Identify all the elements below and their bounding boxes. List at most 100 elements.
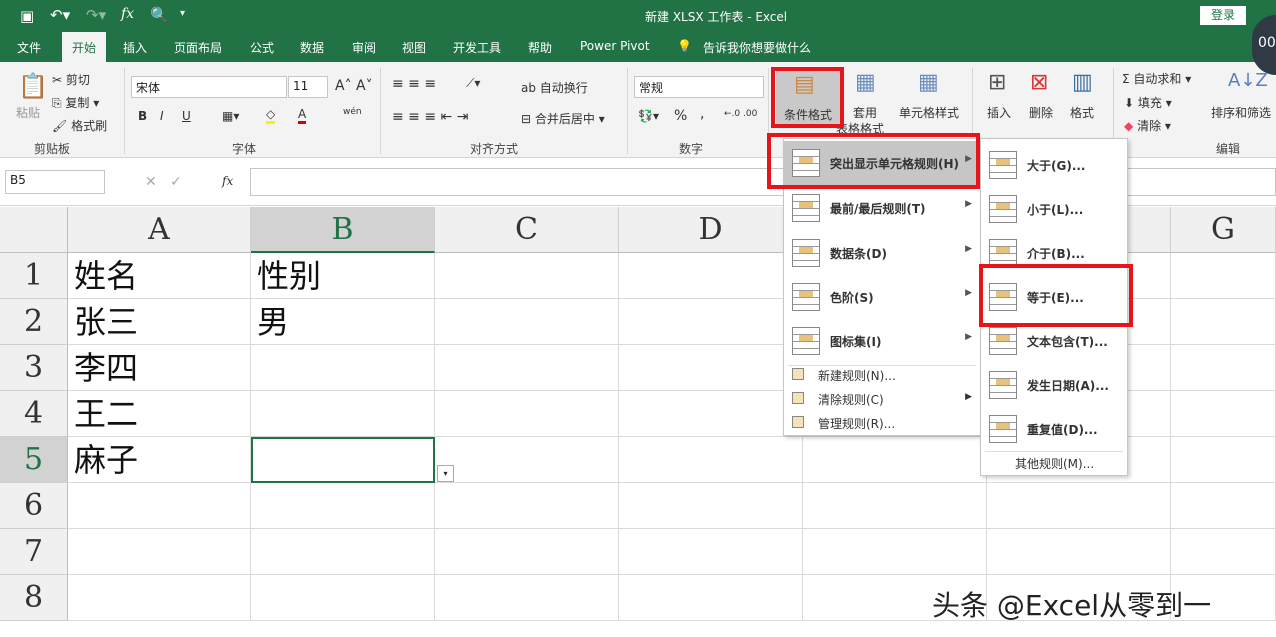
menu-item-new-rule[interactable]: 新建规则(N)... <box>784 362 980 386</box>
cell-C4[interactable] <box>435 391 619 437</box>
save-icon[interactable]: ▣ <box>20 7 34 25</box>
customize-qat-icon[interactable]: ▾ <box>180 8 185 19</box>
cell-E7[interactable] <box>803 529 987 575</box>
row-header-8[interactable]: 8 <box>0 575 68 621</box>
fill-button[interactable]: ⬇ 填充 ▾ <box>1124 94 1172 111</box>
tell-me-input[interactable]: 告诉我你想要做什么 <box>703 39 811 56</box>
cell-C2[interactable] <box>435 299 619 345</box>
cell-A5[interactable]: 麻子 <box>68 437 251 483</box>
row-header-1[interactable]: 1 <box>0 253 68 299</box>
format-cells-button[interactable]: 格式 <box>1070 104 1094 121</box>
column-header-D[interactable]: D <box>619 207 803 253</box>
cell-G3[interactable] <box>1171 345 1276 391</box>
tab-data[interactable]: 数据 <box>300 39 324 56</box>
cell-C8[interactable] <box>435 575 619 621</box>
cell-B6[interactable] <box>251 483 435 529</box>
fill-color-icon[interactable]: ◇ <box>266 107 276 124</box>
print-preview-icon[interactable]: 🔍 <box>150 6 169 24</box>
font-name-select[interactable]: 宋体 <box>131 76 287 98</box>
row-header-5[interactable]: 5 <box>0 437 68 483</box>
cut-button[interactable]: ✂ 剪切 <box>52 71 90 88</box>
cell-C1[interactable] <box>435 253 619 299</box>
cell-F6[interactable] <box>987 483 1171 529</box>
cell-G6[interactable] <box>1171 483 1276 529</box>
cell-A6[interactable] <box>68 483 251 529</box>
insert-function-button[interactable]: fx <box>222 174 233 188</box>
cell-D5[interactable] <box>619 437 803 483</box>
underline-button[interactable]: U <box>182 109 191 123</box>
copy-button[interactable]: ⎘ 复制 ▾ <box>52 94 99 111</box>
submenu-item-date-occurring[interactable]: 发生日期(A)... <box>981 363 1127 407</box>
cell-D6[interactable] <box>619 483 803 529</box>
cell-C6[interactable] <box>435 483 619 529</box>
italic-button[interactable]: I <box>160 109 164 123</box>
cell-A4[interactable]: 王二 <box>68 391 251 437</box>
cell-G2[interactable] <box>1171 299 1276 345</box>
row-header-7[interactable]: 7 <box>0 529 68 575</box>
cell-B4[interactable] <box>251 391 435 437</box>
cell-B3[interactable] <box>251 345 435 391</box>
currency-icon[interactable]: 💱▾ <box>638 109 659 123</box>
name-box[interactable]: B5 <box>5 170 105 194</box>
tab-page-layout[interactable]: 页面布局 <box>174 39 222 56</box>
cell-G1[interactable] <box>1171 253 1276 299</box>
cell-D1[interactable] <box>619 253 803 299</box>
format-as-table-icon[interactable]: ▦ <box>855 70 876 95</box>
submenu-item-less-than[interactable]: 小于(L)... <box>981 187 1127 231</box>
delete-cells-icon[interactable]: ⊠ <box>1030 70 1048 95</box>
wrap-text-button[interactable]: ab 自动换行 <box>521 79 588 96</box>
decimal-icons[interactable]: ←.0 .00 <box>724 109 757 119</box>
cell-G7[interactable] <box>1171 529 1276 575</box>
format-cells-icon[interactable]: ▥ <box>1072 70 1093 95</box>
row-header-3[interactable]: 3 <box>0 345 68 391</box>
vertical-align-icons[interactable]: ≡ ≡ ≡ <box>392 76 436 92</box>
cell-B8[interactable] <box>251 575 435 621</box>
column-header-A[interactable]: A <box>68 207 251 253</box>
menu-item-top-bottom-rules[interactable]: 最前/最后规则(T) ▶ <box>784 186 980 230</box>
tab-review[interactable]: 审阅 <box>352 39 376 56</box>
cell-C5[interactable] <box>435 437 619 483</box>
number-format-select[interactable]: 常规 <box>634 76 764 98</box>
sort-filter-button[interactable]: 排序和筛选 <box>1211 104 1271 121</box>
cell-A7[interactable] <box>68 529 251 575</box>
cell-E5[interactable] <box>803 437 987 483</box>
cell-B7[interactable] <box>251 529 435 575</box>
format-painter-button[interactable]: 🖌 格式刷 <box>52 117 107 134</box>
tab-file[interactable]: 文件 <box>17 39 41 56</box>
tab-insert[interactable]: 插入 <box>123 39 147 56</box>
clear-button[interactable]: ◆ 清除 ▾ <box>1124 117 1171 134</box>
paste-icon[interactable]: 📋 <box>18 72 48 100</box>
cell-C7[interactable] <box>435 529 619 575</box>
tab-help[interactable]: 帮助 <box>528 39 552 56</box>
undo-icon[interactable]: ↶▾ <box>50 6 70 24</box>
cell-C3[interactable] <box>435 345 619 391</box>
comma-button[interactable]: , <box>700 106 704 122</box>
format-as-table-label[interactable]: 套用 <box>853 104 877 121</box>
cell-F7[interactable] <box>987 529 1171 575</box>
row-header-2[interactable]: 2 <box>0 299 68 345</box>
insert-cells-button[interactable]: 插入 <box>987 104 1011 121</box>
borders-icon[interactable]: ▦▾ <box>222 109 239 123</box>
insert-cells-icon[interactable]: ⊞ <box>988 70 1006 95</box>
cell-styles-button[interactable]: 单元格样式 <box>899 104 959 121</box>
column-header-C[interactable]: C <box>435 207 619 253</box>
tab-developer[interactable]: 开发工具 <box>453 39 501 56</box>
cell-D4[interactable] <box>619 391 803 437</box>
row-header-6[interactable]: 6 <box>0 483 68 529</box>
menu-item-color-scales[interactable]: 色阶(S) ▶ <box>784 275 980 319</box>
column-header-B[interactable]: B <box>251 207 435 253</box>
select-all-button[interactable] <box>0 207 68 253</box>
redo-icon[interactable]: ↷▾ <box>86 6 106 24</box>
sort-filter-icon[interactable]: A↓Z <box>1228 70 1268 91</box>
column-header-G[interactable]: G <box>1171 207 1276 253</box>
cell-A3[interactable]: 李四 <box>68 345 251 391</box>
submenu-item-duplicate-values[interactable]: 重复值(D)... <box>981 407 1127 451</box>
paste-button[interactable]: 粘贴 <box>16 104 40 121</box>
quick-analysis-dropdown[interactable]: ▾ <box>437 465 454 482</box>
tab-formulas[interactable]: 公式 <box>250 39 274 56</box>
submenu-item-more-rules[interactable]: 其他规则(M)... <box>1015 455 1094 472</box>
tab-power-pivot[interactable]: Power Pivot <box>580 39 650 53</box>
cell-styles-icon[interactable]: ▦ <box>918 70 939 95</box>
cell-G5[interactable] <box>1171 437 1276 483</box>
cell-B1[interactable]: 性别 <box>251 253 435 299</box>
